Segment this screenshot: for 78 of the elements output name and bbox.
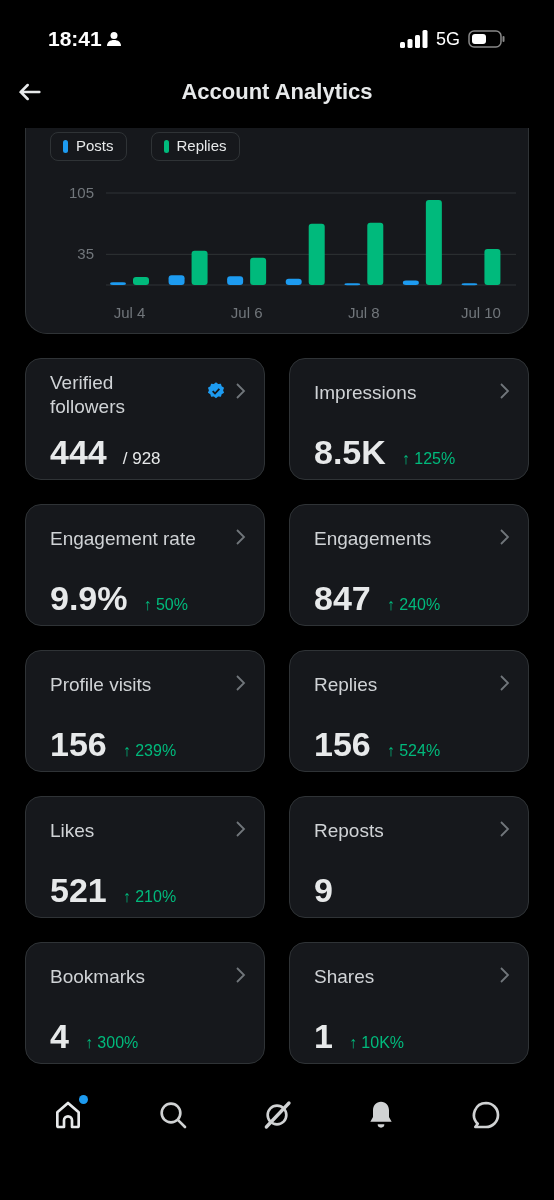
metric-value: 156 [314,723,371,765]
metric-value: 9 [314,869,333,911]
metric-label: Replies [314,672,378,697]
metric-label: Engagement rate [50,526,196,551]
bar [168,274,185,285]
metric-label: Profile visits [50,672,152,697]
chevron-right-icon [234,818,248,839]
bar [402,280,419,285]
chevron-right-icon [234,964,248,985]
metric-value: 9.9% [50,577,128,619]
metric-value: 4 [50,1015,69,1057]
x-tick-label: Jul 10 [460,303,501,321]
metric-label: Impressions [314,380,417,405]
legend-label: Posts [76,136,114,156]
bar [227,275,244,285]
metric-label: Verified followers [50,370,126,419]
bar [191,250,208,285]
metric-value: 847 [314,577,371,619]
legend-chip[interactable]: Posts [50,132,127,161]
metric-card[interactable]: Impressions 8.5K ↑ 125% [289,357,529,480]
metric-change: ↑ 524% [386,740,441,761]
chevron-right-icon [234,380,248,401]
chevron-right-icon [498,818,512,839]
chevron-right-icon [498,380,512,401]
chevron-right-icon [498,672,512,693]
metric-change: ↑ 10K% [348,1032,405,1053]
page-title: Account Analytics [181,77,373,106]
person-icon [105,31,122,47]
battery-icon [468,30,506,48]
metric-value: 156 [50,723,107,765]
clock-time: 18:41 [48,26,102,53]
bar [461,282,478,285]
chevron-right-icon [234,672,248,693]
metric-change: ↑ 239% [122,740,177,761]
metric-value: 8.5K [314,431,386,473]
metric-value: 521 [50,869,107,911]
x-tick-label: Jul 6 [230,303,263,321]
metric-card[interactable]: Profile visits 156 ↑ 239% [25,649,265,772]
chevron-right-icon [498,526,512,547]
metric-change: ↑ 210% [122,886,177,907]
bar [484,248,501,285]
metric-label: Reposts [314,818,384,843]
x-tick-label: Jul 4 [113,303,146,321]
chevron-right-icon [498,964,512,985]
metric-change: ↑ 240% [386,594,441,615]
metric-label: Likes [50,818,95,843]
metric-card[interactable]: Reposts 9 [289,795,529,918]
metric-total: / 928 [122,447,161,470]
metric-card[interactable]: Bookmarks 4 ↑ 300% [25,941,265,1064]
metric-label: Bookmarks [50,964,146,989]
chevron-right-icon [234,526,248,547]
metric-card[interactable]: Shares 1 ↑ 10K% [289,941,529,1064]
signal-icon [400,30,428,48]
metric-card[interactable]: Likes 521 ↑ 210% [25,795,265,918]
metric-card[interactable]: Verified followers 444 / 928 [25,357,265,480]
y-tick-label: 105 [68,183,94,201]
x-tick-label: Jul 8 [347,303,380,321]
metric-value: 1 [314,1015,333,1057]
metric-change: ↑ 50% [143,594,188,615]
bar [250,257,267,285]
metric-card[interactable]: Replies 156 ↑ 524% [289,649,529,772]
bar [367,222,384,285]
metric-value: 444 [50,431,107,473]
bar [344,282,361,285]
metric-change: ↑ 125% [401,448,456,469]
metric-card[interactable]: Engagements 847 ↑ 240% [289,503,529,626]
legend-chip[interactable]: Replies [150,132,240,161]
bar [308,223,325,285]
metric-label: Engagements [314,526,432,551]
metric-change: ↑ 300% [84,1032,139,1053]
metric-card[interactable]: Engagement rate 9.9% ↑ 50% [25,503,265,626]
bar [133,276,149,285]
y-tick-label: 35 [77,244,94,262]
network-label: 5G [436,27,460,51]
legend-label: Replies [176,136,227,156]
bar [110,281,126,285]
metric-label: Shares [314,964,375,989]
bar [285,278,302,285]
